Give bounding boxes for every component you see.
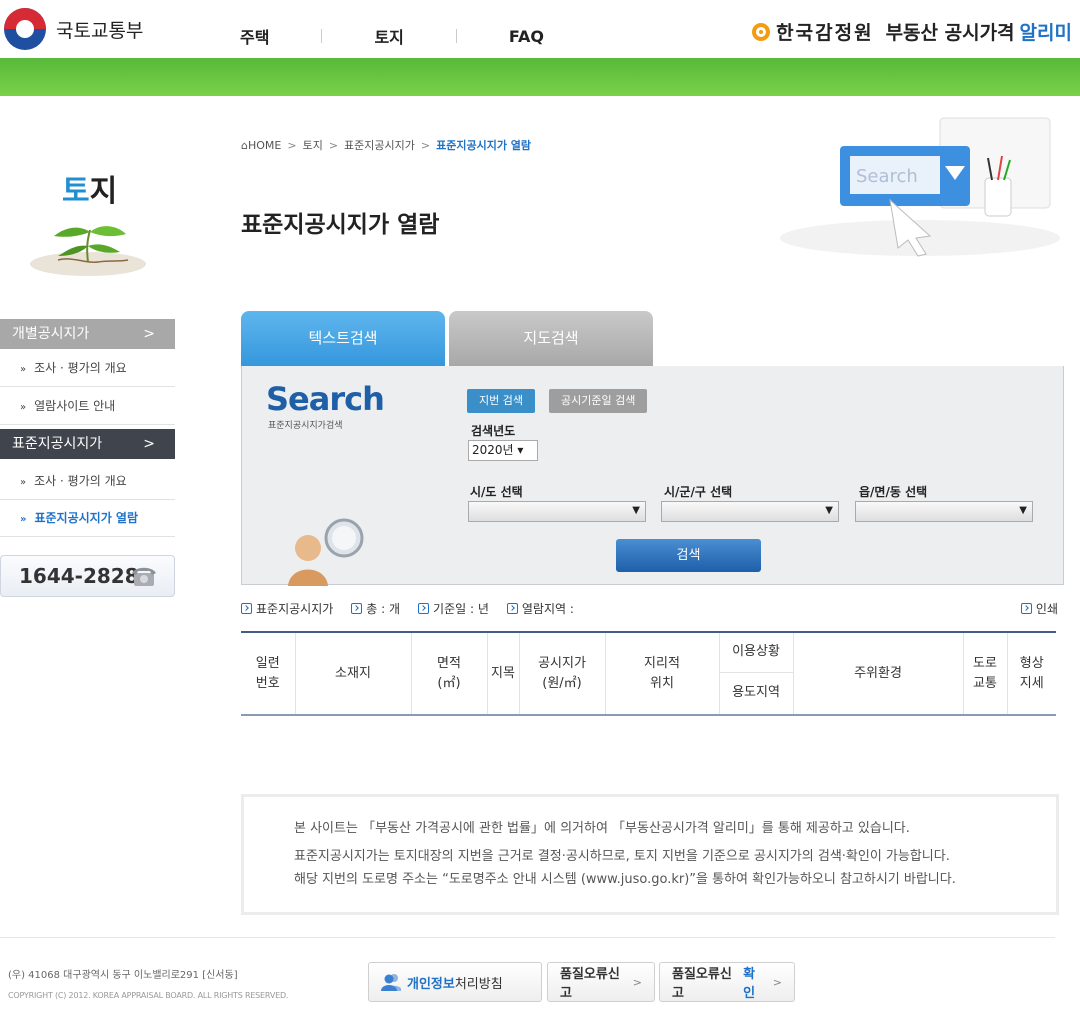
info-date: 기준일 : 년 (418, 600, 489, 617)
result-info-bar: 표준지공시지가 총 : 개 기준일 : 년 열람지역 : 인쇄 (241, 600, 1058, 617)
table-bottom-rule (241, 714, 1056, 716)
nav-land[interactable]: 토지 (374, 24, 403, 48)
sidebar-item-standard-overview[interactable]: » 조사 · 평가의 개요 (0, 463, 175, 500)
phone-number: 1644-2828 (19, 564, 139, 588)
tab-text-search[interactable]: 텍스트검색 (241, 311, 445, 366)
chevron-down-icon: ▼ (825, 505, 833, 516)
col-serial: 일련 번호 (241, 631, 296, 714)
breadcrumb-land[interactable]: 토지 (303, 137, 323, 153)
footer-copyright: COPYRIGHT (C) 2012. KOREA APPRAISAL BOAR… (8, 991, 289, 1000)
header: 국토교통부 주택 토지 FAQ 한국감정원 부동산 공시가격 알리미 (0, 0, 1080, 58)
year-label: 검색년도 (471, 424, 516, 438)
info-region: 열람지역 : (506, 600, 574, 617)
notice-box: 본 사이트는 「부동산 가격공시에 관한 법률」에 의거하여 「부동산공시가격 … (241, 794, 1059, 915)
footer-address: (우) 41068 대구광역시 동구 이노밸리로291 [신서동] (8, 970, 238, 981)
person-icon (381, 974, 401, 991)
result-table: 일련 번호 소재지 면적 (㎡) 지목 공시지가 (원/㎡) 지리적 위치 이용상황 주… (241, 631, 1056, 714)
notice-line-3: 해당 지번의 도로명 주소는 “도로명주소 안내 시스템 (www.juso.g… (294, 872, 956, 887)
year-select[interactable]: 2020년 ▾ (468, 440, 538, 461)
col-address: 소재지 (295, 631, 412, 714)
breadcrumb-standard[interactable]: 표준지공시지가 (344, 137, 415, 153)
telephone-icon (132, 567, 156, 586)
sigungu-select[interactable]: ▼ (661, 501, 839, 522)
col-jimok: 지목 (487, 631, 520, 714)
chevron-down-icon: ▼ (1019, 505, 1027, 516)
home-icon[interactable]: ⌂ (241, 139, 248, 152)
info-category: 표준지공시지가 (241, 600, 333, 617)
sigungu-label: 시/군/구 선택 (664, 485, 733, 499)
gov-name: 국토교통부 (56, 19, 144, 42)
search-logo: Search (266, 380, 385, 418)
col-area: 면적 (㎡) (411, 631, 488, 714)
date-search-button[interactable]: 공시기준일 검색 (549, 389, 648, 413)
breadcrumb-home[interactable]: HOME (248, 139, 281, 152)
print-button[interactable]: 인쇄 (1020, 600, 1058, 617)
col-environment: 주위환경 (793, 631, 964, 714)
quality-error-check-button[interactable]: 품질오류신고 확인 > (659, 962, 795, 1002)
col-geo: 지리적 위치 (605, 631, 720, 714)
quality-error-report-button[interactable]: 품질오류신고 > (547, 962, 655, 1002)
info-total: 총 : 개 (351, 600, 400, 617)
search-logo-sub: 표준지공시지가검색 (268, 421, 343, 431)
chevron-right-icon: > (632, 975, 642, 989)
col-shape: 형상 지세 (1007, 631, 1056, 714)
col-road: 도로 교통 (963, 631, 1008, 714)
sido-select[interactable]: ▼ (468, 501, 646, 522)
sidebar-item-individual-overview[interactable]: » 조사 · 평가의 개요 (0, 350, 175, 387)
sidebar-cat-standard-land[interactable]: 표준지공시지가 > (0, 429, 175, 459)
footer-divider (0, 937, 1055, 938)
col-land-use: 이용상황 (719, 631, 794, 673)
search-panel: Search 표준지공시지가검색 지번 검색 공시기준일 검색 검색년도 202… (241, 366, 1064, 586)
privacy-policy-button[interactable]: 개인정보 처리방침 (368, 962, 542, 1002)
nav-divider (321, 29, 323, 43)
service-accent: 알리미 (1019, 22, 1072, 44)
chevron-down-icon: ▼ (632, 505, 640, 516)
phone-box: 1644-2828 (0, 555, 175, 597)
arrow-box-icon (351, 603, 363, 614)
main-nav: 주택 토지 FAQ (240, 24, 544, 48)
arrow-box-icon (1020, 603, 1032, 614)
sidebar-title: 토지 (62, 174, 118, 209)
eupmyeondong-label: 읍/면/동 선택 (859, 485, 928, 499)
nav-housing[interactable]: 주택 (240, 24, 269, 48)
kab-logo[interactable]: 한국감정원 부동산 공시가격 알리미 (752, 18, 1072, 45)
kab-name: 한국감정원 (776, 22, 874, 44)
search-button[interactable]: 검색 (616, 539, 761, 572)
arrow-box-icon (506, 603, 518, 614)
sido-label: 시/도 선택 (470, 485, 523, 499)
eupmyeondong-select[interactable]: ▼ (855, 501, 1033, 522)
nav-divider (455, 29, 457, 43)
chevron-right-icon: > (772, 975, 782, 989)
nav-faq[interactable]: FAQ (509, 27, 544, 46)
tab-map-search[interactable]: 지도검색 (449, 311, 653, 366)
taegeuk-emblem-icon (4, 8, 46, 50)
arrow-box-icon (418, 603, 430, 614)
notice-line-2: 표준지공시지가는 토지대장의 지번을 근거로 결정·공시하므로, 토지 지번을 … (294, 849, 950, 864)
arrow-box-icon (241, 603, 252, 614)
sidebar-cat-individual-land[interactable]: 개별공시지가 > (0, 319, 175, 349)
magnifier-figure-icon (288, 518, 364, 586)
breadcrumb-current: 표준지공시지가 열람 (436, 139, 532, 152)
lot-search-button[interactable]: 지번 검색 (467, 389, 535, 413)
col-price: 공시지가 (원/㎡) (519, 631, 606, 714)
green-banner (0, 58, 1080, 96)
kab-mark-icon (752, 22, 771, 41)
notice-line-1: 본 사이트는 「부동산 가격공시에 관한 법률」에 의거하여 「부동산공시가격 … (294, 821, 910, 836)
gov-logo[interactable]: 국토교통부 (4, 8, 143, 50)
service-name: 부동산 공시가격 (885, 22, 1015, 44)
breadcrumb: ⌂ HOME > 토지 > 표준지공시지가 > 표준지공시지가 열람 (241, 137, 532, 153)
sidebar-item-standard-view[interactable]: » 표준지공시지가 열람 (0, 500, 175, 537)
page-title: 표준지공시지가 열람 (241, 212, 440, 238)
col-zone: 용도지역 (719, 672, 794, 714)
search-hero-illustration: Search (780, 117, 1060, 257)
svg-text:Search: Search (856, 166, 918, 187)
sidebar-item-individual-sites[interactable]: » 열람사이트 안내 (0, 388, 175, 425)
plant-sprout-icon (30, 226, 146, 276)
